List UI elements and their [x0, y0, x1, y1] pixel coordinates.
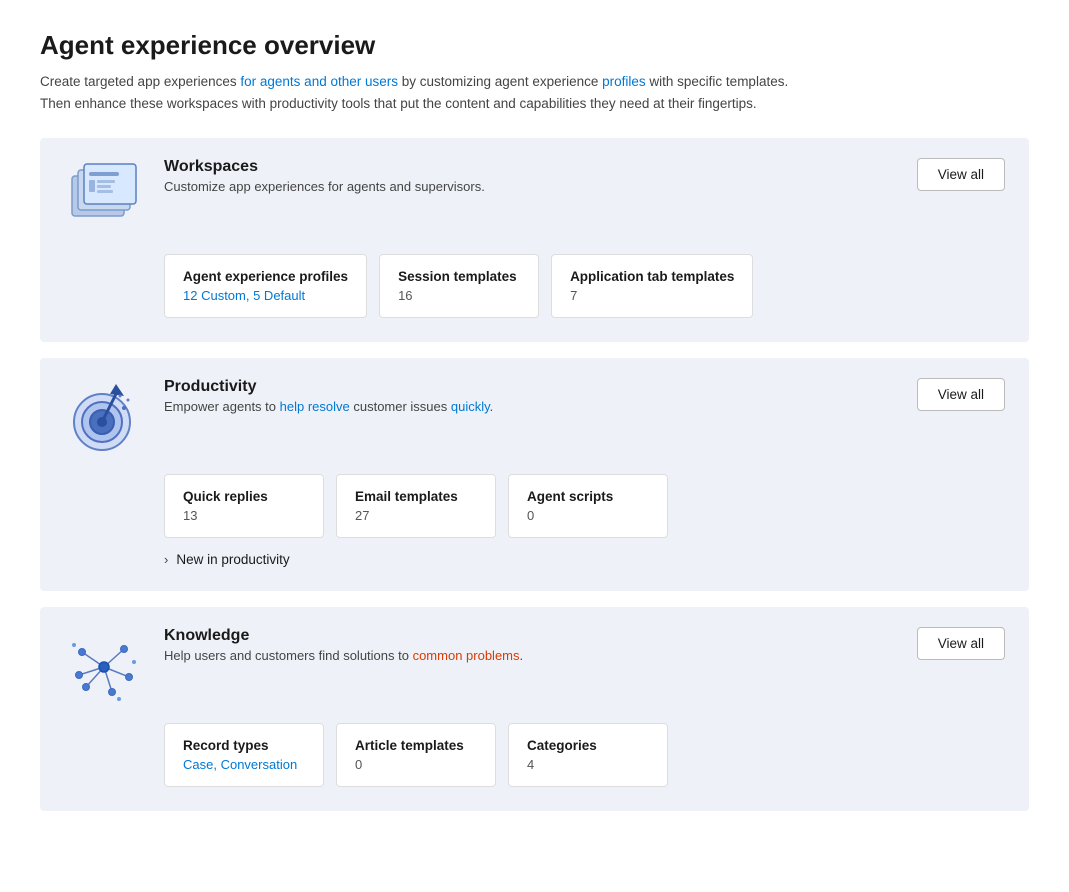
agent-scripts-value: 0	[527, 508, 649, 523]
productivity-subtitle-link1[interactable]: help resolve	[280, 399, 350, 414]
chevron-right-icon: ›	[164, 552, 168, 567]
quick-replies-card[interactable]: Quick replies 13	[164, 474, 324, 538]
record-types-value: Case, Conversation	[183, 757, 305, 772]
knowledge-subtitle-link[interactable]: common problems	[413, 648, 520, 663]
workspaces-view-all-button[interactable]: View all	[917, 158, 1005, 191]
knowledge-icon	[64, 627, 144, 707]
agent-experience-profiles-card[interactable]: Agent experience profiles 12 Custom, 5 D…	[164, 254, 367, 318]
categories-label: Categories	[527, 738, 649, 753]
productivity-section: Productivity Empower agents to help reso…	[40, 358, 1029, 591]
productivity-left: Productivity Empower agents to help reso…	[64, 378, 493, 458]
productivity-subtitle-link2[interactable]: quickly	[451, 399, 490, 414]
new-in-productivity-row[interactable]: › New in productivity	[164, 552, 1005, 567]
categories-value: 4	[527, 757, 649, 772]
email-templates-card[interactable]: Email templates 27	[336, 474, 496, 538]
email-templates-value: 27	[355, 508, 477, 523]
application-tab-templates-label: Application tab templates	[570, 269, 734, 284]
productivity-cards-row: Quick replies 13 Email templates 27 Agen…	[164, 474, 1005, 538]
productivity-header: Productivity Empower agents to help reso…	[64, 378, 1005, 458]
productivity-title-block: Productivity Empower agents to help reso…	[164, 378, 493, 414]
page-container: Agent experience overview Create targete…	[0, 0, 1069, 892]
session-templates-card[interactable]: Session templates 16	[379, 254, 539, 318]
article-templates-label: Article templates	[355, 738, 477, 753]
email-templates-label: Email templates	[355, 489, 477, 504]
workspaces-cards-row: Agent experience profiles 12 Custom, 5 D…	[164, 254, 1005, 318]
knowledge-title: Knowledge	[164, 627, 523, 645]
workspaces-subtitle: Customize app experiences for agents and…	[164, 179, 485, 194]
desc-link-agents[interactable]: for agents and other users	[240, 74, 398, 89]
productivity-title: Productivity	[164, 378, 493, 396]
knowledge-section: Knowledge Help users and customers find …	[40, 607, 1029, 811]
productivity-icon	[64, 378, 144, 458]
quick-replies-label: Quick replies	[183, 489, 305, 504]
workspaces-title-block: Workspaces Customize app experiences for…	[164, 158, 485, 194]
knowledge-title-block: Knowledge Help users and customers find …	[164, 627, 523, 663]
knowledge-view-all-button[interactable]: View all	[917, 627, 1005, 660]
knowledge-left: Knowledge Help users and customers find …	[64, 627, 523, 707]
knowledge-cards-row: Record types Case, Conversation Article …	[164, 723, 1005, 787]
session-templates-label: Session templates	[398, 269, 520, 284]
application-tab-templates-card[interactable]: Application tab templates 7	[551, 254, 753, 318]
agent-experience-profiles-label: Agent experience profiles	[183, 269, 348, 284]
workspaces-icon	[64, 158, 144, 238]
agent-scripts-card[interactable]: Agent scripts 0	[508, 474, 668, 538]
desc-link-profiles[interactable]: profiles	[602, 74, 646, 89]
categories-card[interactable]: Categories 4	[508, 723, 668, 787]
productivity-view-all-button[interactable]: View all	[917, 378, 1005, 411]
article-templates-value: 0	[355, 757, 477, 772]
productivity-subtitle: Empower agents to help resolve customer …	[164, 399, 493, 414]
agent-scripts-label: Agent scripts	[527, 489, 649, 504]
knowledge-subtitle: Help users and customers find solutions …	[164, 648, 523, 663]
application-tab-templates-value: 7	[570, 288, 734, 303]
new-in-productivity-label: New in productivity	[176, 552, 289, 567]
workspaces-section: Workspaces Customize app experiences for…	[40, 138, 1029, 342]
article-templates-card[interactable]: Article templates 0	[336, 723, 496, 787]
agent-experience-profiles-value: 12 Custom, 5 Default	[183, 288, 348, 303]
quick-replies-value: 13	[183, 508, 305, 523]
page-title: Agent experience overview	[40, 30, 1029, 61]
workspaces-title: Workspaces	[164, 158, 485, 176]
workspaces-header: Workspaces Customize app experiences for…	[64, 158, 1005, 238]
session-templates-value: 16	[398, 288, 520, 303]
record-types-label: Record types	[183, 738, 305, 753]
workspaces-left: Workspaces Customize app experiences for…	[64, 158, 485, 238]
record-types-card[interactable]: Record types Case, Conversation	[164, 723, 324, 787]
knowledge-header: Knowledge Help users and customers find …	[64, 627, 1005, 707]
page-description: Create targeted app experiences for agen…	[40, 71, 800, 114]
